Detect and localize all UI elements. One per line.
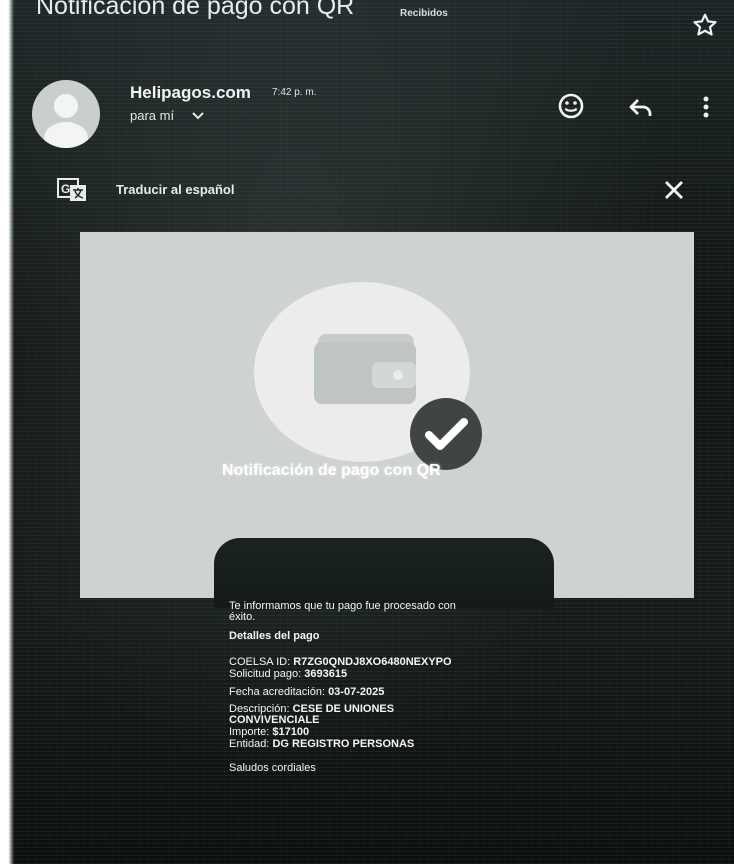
details-heading: Detalles del pago	[229, 630, 320, 642]
coelsa-label: COELSA ID:	[229, 656, 291, 668]
recipient-label[interactable]: para mí	[130, 108, 174, 123]
sender-name[interactable]: Helipagos.com	[130, 83, 251, 103]
fecha-label: Fecha acreditación:	[229, 686, 325, 698]
translate-label[interactable]: Traducir al español	[116, 182, 235, 197]
close-icon[interactable]	[662, 178, 686, 202]
descripcion-value-line2: CONVIVENCIALE	[229, 714, 320, 726]
chevron-down-icon[interactable]	[192, 111, 204, 121]
translate-icon[interactable]: G	[57, 178, 87, 202]
paper-edge	[0, 0, 14, 864]
fecha-value: 03-07-2025	[328, 686, 385, 698]
importe-row: Importe: $17100	[229, 726, 309, 738]
folder-badge[interactable]: Recibidos	[400, 8, 448, 19]
importe-value: $17100	[272, 726, 310, 738]
more-vert-icon[interactable]	[698, 92, 714, 122]
solicitud-value: 3693615	[304, 668, 348, 680]
svg-text:G: G	[61, 182, 70, 196]
intro-text-line1: Te informamos que tu pago fue procesado …	[229, 600, 456, 612]
coelsa-value: R7ZG0QNDJ8XO6480NEXYPO	[293, 656, 452, 668]
solicitud-row: Solicitud pago: 3693615	[229, 668, 347, 680]
entidad-value: DG REGISTRO PERSONAS	[272, 738, 415, 750]
entidad-row: Entidad: DG REGISTRO PERSONAS	[229, 738, 414, 750]
importe-label: Importe:	[229, 726, 270, 738]
entidad-label: Entidad:	[229, 738, 270, 750]
avatar[interactable]	[32, 80, 100, 148]
email-subject: Notificación de pago con QR	[36, 0, 355, 20]
intro-text-line2: éxito.	[229, 611, 256, 623]
fecha-row: Fecha acreditación: 03-07-2025	[229, 686, 384, 698]
card-title: Notificación de pago con QR	[222, 462, 441, 479]
solicitud-label: Solicitud pago:	[229, 668, 302, 680]
star-icon[interactable]	[692, 12, 718, 38]
reply-icon[interactable]	[626, 92, 656, 122]
wallet-icon	[314, 334, 416, 404]
card-notch	[214, 538, 554, 608]
emoji-icon[interactable]	[556, 91, 586, 121]
closing-text: Saludos cordiales	[229, 762, 316, 774]
coelsa-row: COELSA ID: R7ZG0QNDJ8XO6480NEXYPO	[229, 656, 452, 668]
timestamp: 7:42 p. m.	[272, 87, 317, 98]
person-icon	[44, 94, 88, 148]
